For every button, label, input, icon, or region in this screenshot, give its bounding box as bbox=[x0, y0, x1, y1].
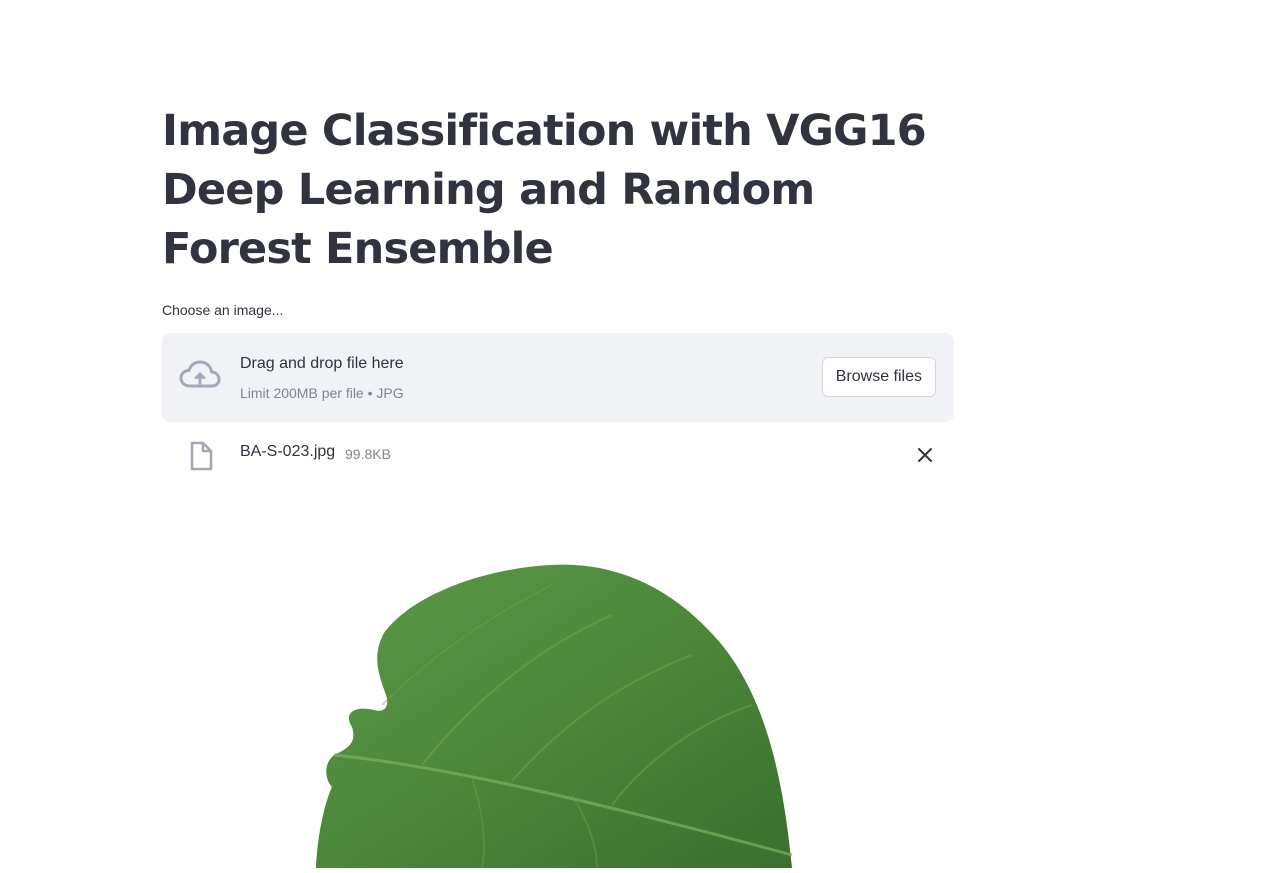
uploaded-file-size: 99.8KB bbox=[345, 446, 391, 462]
leaf-image bbox=[316, 564, 793, 869]
file-dropzone[interactable]: Drag and drop file here Limit 200MB per … bbox=[162, 333, 954, 422]
browse-files-button[interactable]: Browse files bbox=[821, 357, 936, 397]
cloud-upload-icon bbox=[179, 359, 221, 393]
remove-file-button[interactable] bbox=[911, 441, 939, 469]
uploaded-file-name: BA-S-023.jpg bbox=[240, 443, 336, 460]
uploaded-image-preview bbox=[312, 555, 802, 869]
page-title: Image Classification with VGG16 Deep Lea… bbox=[162, 106, 927, 274]
close-icon bbox=[918, 448, 932, 462]
file-icon bbox=[188, 441, 214, 471]
dropzone-subtitle: Limit 200MB per file • JPG bbox=[240, 385, 404, 401]
uploader-label: Choose an image... bbox=[162, 302, 284, 318]
dropzone-title: Drag and drop file here bbox=[240, 355, 404, 372]
uploaded-file-row: BA-S-023.jpg 99.8KB bbox=[162, 436, 954, 474]
